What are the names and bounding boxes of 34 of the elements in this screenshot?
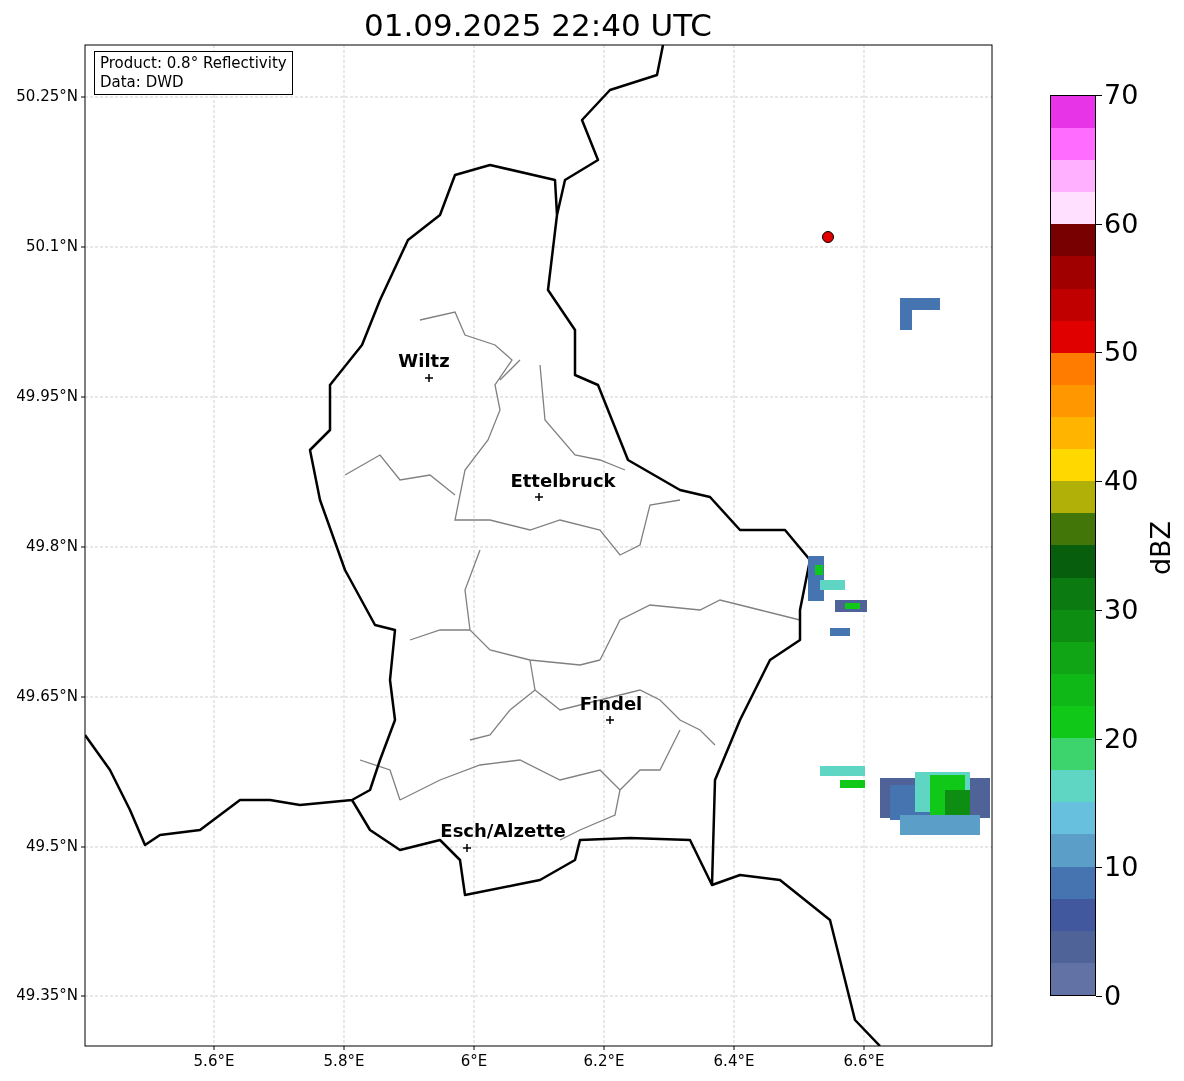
axis-tick-label: 49.65°N	[16, 689, 78, 704]
axis-tick-label: 6.4°E	[713, 1054, 755, 1069]
axis-tick-label: 6°E	[460, 1054, 488, 1069]
colorbar-tick-label: 60	[1104, 209, 1139, 237]
city-label: Esch/Alzette	[440, 822, 566, 840]
axis-tick-label: 49.95°N	[16, 389, 78, 404]
info-text: Data: DWD	[100, 73, 185, 92]
axis-tick-label: 6.2°E	[583, 1054, 625, 1069]
axis-tick-label: 50.25°N	[16, 89, 78, 104]
city-marker-icon	[534, 492, 544, 502]
axis-tick-label: 49.8°N	[25, 539, 78, 554]
colorbar-tick-label: 70	[1104, 81, 1139, 108]
colorbar-tick-label: 20	[1104, 724, 1139, 752]
colorbar-tick-label: 40	[1104, 467, 1139, 495]
city-label: Findel	[579, 695, 643, 713]
city-label: Wiltz	[398, 352, 450, 370]
colorbar-tick-label: 0	[1104, 982, 1122, 1009]
axis-tick-label: 5.8°E	[323, 1054, 365, 1069]
colorbar-tick-label: 50	[1104, 338, 1139, 366]
axis-tick-label: 6.6°E	[843, 1054, 885, 1069]
radar-site-marker	[822, 231, 834, 243]
colorbar-tick-label: 10	[1104, 853, 1139, 881]
colorbar-tick-label: 30	[1104, 595, 1139, 623]
axis-tick-label: 49.5°N	[25, 839, 78, 854]
chart-title: 01.09.2025 22:40 UTC	[364, 10, 712, 41]
city-marker-icon	[424, 373, 434, 383]
axis-tick-label: 50.1°N	[25, 239, 78, 254]
city-label: Ettelbruck	[510, 472, 616, 490]
colorbar-label: dBZ	[1146, 520, 1174, 576]
city-marker-icon	[462, 843, 472, 853]
info-text: Product: 0.8° Reflectivity	[100, 54, 287, 73]
city-marker-icon	[605, 715, 615, 725]
axis-tick-label: 5.6°E	[193, 1054, 235, 1069]
axis-tick-label: 49.35°N	[16, 988, 78, 1003]
